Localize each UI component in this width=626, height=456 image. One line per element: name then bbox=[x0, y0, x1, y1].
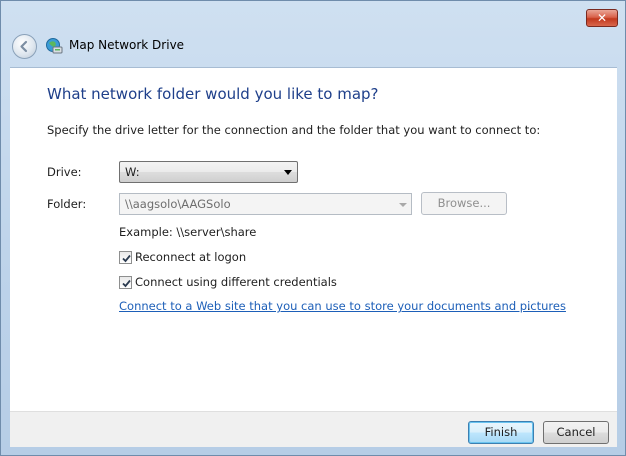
wizard-footer: Finish Cancel bbox=[10, 411, 617, 447]
map-network-drive-window: ✕ Map Network Drive What network folder … bbox=[0, 0, 626, 456]
example-text: Example: \\server\share bbox=[119, 225, 257, 239]
dropdown-arrow-icon bbox=[284, 170, 292, 175]
browse-button[interactable]: Browse... bbox=[421, 192, 507, 215]
link-period: . bbox=[527, 299, 531, 313]
title-nav-bar: ✕ Map Network Drive bbox=[1, 1, 625, 67]
page-heading: What network folder would you like to ma… bbox=[47, 85, 379, 103]
reconnect-label[interactable]: Reconnect at logon bbox=[135, 250, 246, 264]
checkmark-icon bbox=[122, 279, 131, 288]
folder-combobox-value: \\aagsolo\AAGSolo bbox=[125, 197, 231, 211]
drive-label: Drive: bbox=[47, 165, 82, 179]
cancel-button[interactable]: Cancel bbox=[543, 421, 609, 444]
network-drive-icon bbox=[45, 37, 63, 55]
close-button[interactable]: ✕ bbox=[586, 9, 618, 27]
drive-select[interactable]: W: bbox=[119, 161, 298, 183]
back-button[interactable] bbox=[12, 34, 37, 59]
web-site-link[interactable]: Connect to a Web site that you can use t… bbox=[119, 299, 566, 313]
credentials-checkbox[interactable] bbox=[119, 276, 132, 289]
back-arrow-icon bbox=[20, 40, 28, 53]
folder-combobox[interactable]: \\aagsolo\AAGSolo bbox=[119, 193, 412, 215]
credentials-label[interactable]: Connect using different credentials bbox=[135, 275, 337, 289]
wizard-content: What network folder would you like to ma… bbox=[10, 67, 617, 411]
reconnect-checkbox[interactable] bbox=[119, 251, 132, 264]
checkmark-icon bbox=[122, 254, 131, 263]
wizard-title: Map Network Drive bbox=[69, 38, 185, 52]
drive-select-value: W: bbox=[125, 165, 140, 179]
finish-button[interactable]: Finish bbox=[468, 421, 534, 444]
dropdown-arrow-icon[interactable] bbox=[399, 203, 407, 207]
instruction-text: Specify the drive letter for the connect… bbox=[47, 123, 541, 137]
folder-label: Folder: bbox=[47, 197, 87, 211]
